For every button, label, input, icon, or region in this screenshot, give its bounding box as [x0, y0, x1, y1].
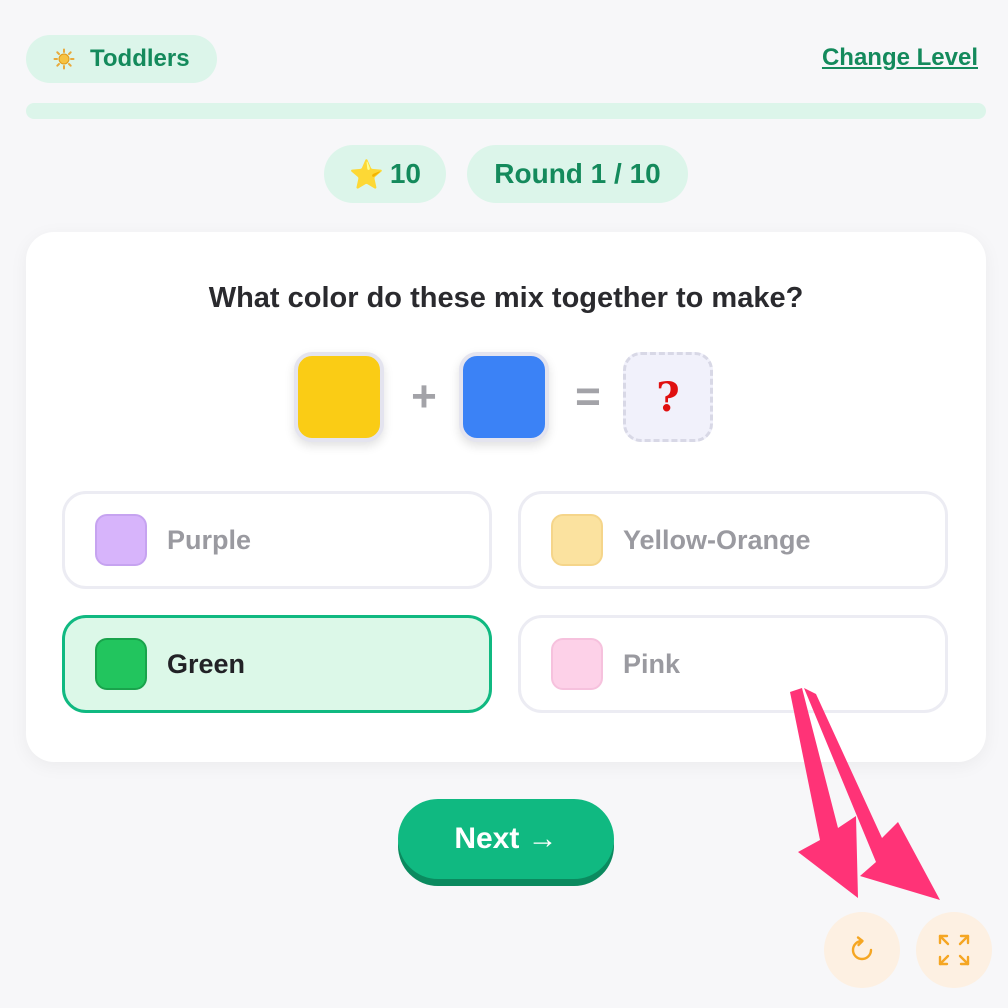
sun-icon	[52, 47, 76, 71]
score-value: 10	[389, 158, 422, 189]
option-swatch	[551, 638, 603, 690]
option-purple[interactable]: Purple	[62, 491, 492, 589]
option-label: Purple	[167, 524, 252, 555]
score-badge: ⭐ 10	[324, 145, 446, 203]
option-label: Yellow-Orange	[623, 524, 811, 555]
level-label: Toddlers	[90, 45, 190, 72]
equals-sign: =	[575, 372, 601, 421]
question-card: What color do these mix together to make…	[26, 232, 986, 762]
unknown-result-swatch: ?	[623, 352, 713, 442]
level-badge: Toddlers	[26, 35, 217, 83]
option-label: Pink	[623, 648, 681, 679]
option-swatch	[95, 514, 147, 566]
option-label: Green	[167, 648, 246, 679]
option-green[interactable]: Green	[62, 615, 492, 713]
plus-sign: +	[411, 372, 437, 421]
option-swatch	[95, 638, 147, 690]
fullscreen-button[interactable]	[916, 912, 992, 988]
round-label: Round 1 / 10	[494, 158, 661, 189]
question-text: What color do these mix together to make…	[208, 282, 804, 314]
restart-icon	[851, 936, 873, 961]
top-bar: Toddlers Change Level	[0, 0, 1008, 100]
fullscreen-icon	[938, 934, 970, 966]
question-mark: ?	[656, 373, 680, 421]
change-level-link[interactable]: Change Level	[822, 44, 978, 72]
option-yellow-orange[interactable]: Yellow-Orange	[518, 491, 948, 589]
color-b-swatch	[459, 352, 549, 442]
color-a-swatch	[294, 352, 384, 442]
progress-bar	[26, 103, 986, 119]
star-icon: ⭐	[348, 158, 384, 190]
restart-button[interactable]	[824, 912, 900, 988]
option-pink[interactable]: Pink	[518, 615, 948, 713]
next-button[interactable]: Next →	[398, 799, 614, 879]
round-badge: Round 1 / 10	[467, 145, 688, 203]
option-swatch	[551, 514, 603, 566]
